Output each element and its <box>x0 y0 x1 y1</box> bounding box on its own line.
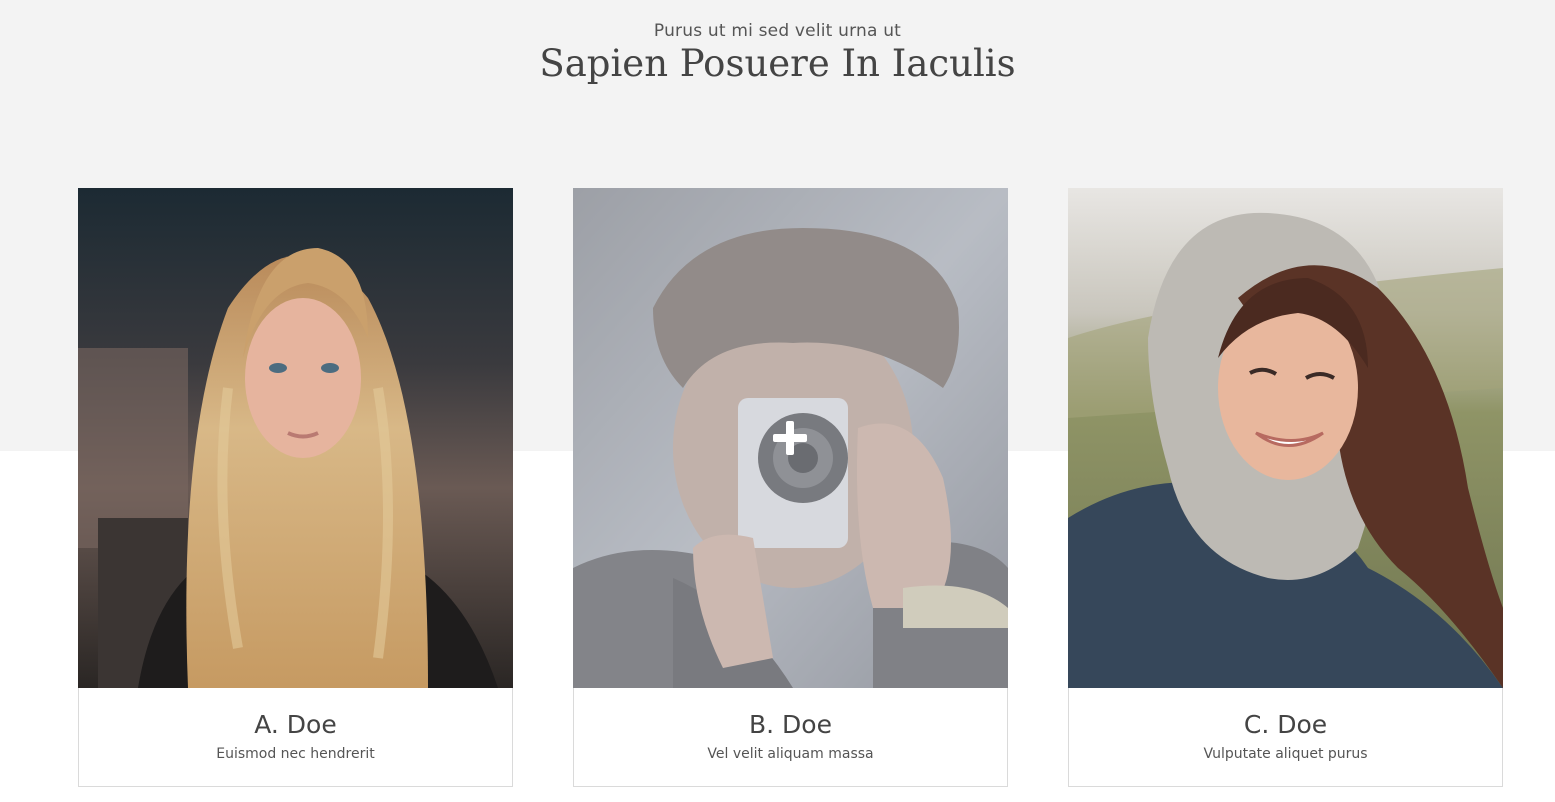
section-title: Sapien Posuere In Iaculis <box>539 42 1016 85</box>
photo-hover-overlay[interactable] <box>573 188 1008 688</box>
team-member-name: B. Doe <box>749 710 832 739</box>
team-member-role: Euismod nec hendrerit <box>216 746 375 762</box>
team-member-photo[interactable] <box>1068 188 1503 688</box>
team-member-photo[interactable] <box>78 188 513 688</box>
team-member-role: Vel velit aliquam massa <box>707 746 874 762</box>
team-card[interactable]: A. Doe Euismod nec hendrerit <box>78 188 513 788</box>
team-card[interactable]: B. Doe Vel velit aliquam massa <box>573 188 1008 788</box>
team-card-info: B. Doe Vel velit aliquam massa <box>573 688 1008 787</box>
team-member-name: A. Doe <box>254 710 337 739</box>
team-card-info: C. Doe Vulputate aliquet purus <box>1068 688 1503 787</box>
team-member-photo[interactable] <box>573 188 1008 688</box>
team-card[interactable]: C. Doe Vulputate aliquet purus <box>1068 188 1503 788</box>
team-member-role: Vulputate aliquet purus <box>1203 746 1368 762</box>
section-subtitle: Purus ut mi sed velit urna ut <box>653 21 902 41</box>
team-card-info: A. Doe Euismod nec hendrerit <box>78 688 513 787</box>
team-member-name: C. Doe <box>1243 710 1328 739</box>
plus-icon[interactable] <box>773 421 807 455</box>
